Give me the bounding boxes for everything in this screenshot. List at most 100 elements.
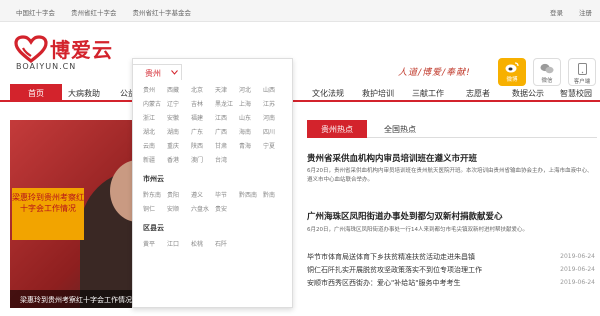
- news-summary: 6月20日，贵州省采供血机构内审员培训班在贵州航天医院开班。本次培训由贵州省输血…: [307, 168, 593, 183]
- province-dropdown: 省级云 贵州西藏北京天津河北山西内蒙古辽宁吉林黑龙江上海江苏浙江安徽福建江西山东…: [132, 58, 293, 308]
- city-option[interactable]: 贵安: [215, 204, 239, 213]
- province-option[interactable]: 上海: [239, 99, 263, 108]
- province-option[interactable]: 宁夏: [263, 141, 287, 150]
- county-option[interactable]: 黄平: [143, 239, 167, 248]
- tab-guizhou-hot[interactable]: 贵州热点: [307, 120, 367, 138]
- province-option[interactable]: 天津: [215, 85, 239, 94]
- province-option[interactable]: 内蒙古: [143, 99, 167, 108]
- register-link[interactable]: 注册: [579, 7, 592, 17]
- county-option[interactable]: 松桃: [191, 239, 215, 248]
- news-panel: 贵州热点 全国热点 贵州省采供血机构内审员培训班在遵义市开班 6月20日，贵州省…: [307, 120, 597, 316]
- client-app-button[interactable]: 客户端: [568, 58, 596, 86]
- list-item-date: 2019-06-24: [560, 253, 595, 260]
- province-option[interactable]: 湖北: [143, 127, 167, 136]
- province-option[interactable]: 山西: [263, 85, 287, 94]
- link-guizhou-redcross[interactable]: 贵州省红十字会: [71, 7, 117, 17]
- city-option[interactable]: 贵阳: [167, 190, 191, 199]
- link-china-redcross[interactable]: 中国红十字会: [16, 7, 55, 17]
- nav-item-volunteers[interactable]: 志愿者: [466, 88, 490, 99]
- city-option[interactable]: 安顺: [167, 204, 191, 213]
- slogan: 人道/博爱/奉献!: [398, 68, 471, 78]
- brand-name: 博爱云: [50, 38, 113, 62]
- province-option[interactable]: 北京: [191, 85, 215, 94]
- province-option[interactable]: 台湾: [215, 155, 239, 164]
- wechat-label: 微信: [541, 78, 553, 84]
- banner-label: 梁惠玲到贵州考察红十字会工作情况: [12, 188, 84, 240]
- city-option[interactable]: 毕节: [215, 190, 239, 199]
- province-option[interactable]: 山东: [239, 113, 263, 122]
- province-option[interactable]: 贵州: [143, 85, 167, 94]
- city-option[interactable]: 黔南: [263, 190, 287, 199]
- nav-item-culture-law[interactable]: 文化法规: [312, 88, 344, 99]
- province-option[interactable]: 新疆: [143, 155, 167, 164]
- province-option[interactable]: 广西: [215, 127, 239, 136]
- province-option[interactable]: 安徽: [167, 113, 191, 122]
- nav-item-data-disclosure[interactable]: 数据公示: [512, 88, 544, 99]
- news-headline[interactable]: 广州海珠区凤阳街道办事处到都匀双新村捐款献爱心: [307, 210, 503, 222]
- wechat-button[interactable]: 微信: [533, 58, 561, 86]
- nav-item-smart-campus[interactable]: 智慧校园: [560, 88, 592, 99]
- list-item-title: 毕节市体育局送体育下乡扶贫精准扶贫活动走进朱昌镇: [307, 253, 475, 261]
- province-option[interactable]: 河北: [239, 85, 263, 94]
- city-option[interactable]: 黔西南: [239, 190, 263, 199]
- province-grid: 贵州 西藏 北京 天津 河北 山西内蒙古 辽宁 吉林 黑龙江 上海 江苏浙江 安徽 福建 江西 山东 河南湖北…: [143, 85, 292, 164]
- partner-links: 中国红十字会 贵州省红十字会 贵州省红十字基金会: [16, 7, 207, 17]
- nav-item-rescue-training[interactable]: 救护培训: [362, 88, 394, 99]
- province-option[interactable]: 香港: [167, 155, 191, 164]
- news-tabs: 贵州热点 全国热点: [307, 120, 597, 138]
- province-option[interactable]: 广东: [191, 127, 215, 136]
- province-option[interactable]: 四川: [263, 127, 287, 136]
- login-link[interactable]: 登录: [550, 7, 563, 17]
- link-guizhou-foundation[interactable]: 贵州省红十字基金会: [133, 7, 192, 17]
- province-option[interactable]: 甘肃: [215, 141, 239, 150]
- province-option[interactable]: 陕西: [191, 141, 215, 150]
- province-option[interactable]: 湖南: [167, 127, 191, 136]
- mobile-phone-icon: [577, 63, 587, 75]
- nav-item-home[interactable]: 首页: [10, 84, 62, 102]
- province-option[interactable]: 黑龙江: [215, 99, 239, 108]
- province-option[interactable]: 重庆: [167, 141, 191, 150]
- province-option[interactable]: 青海: [239, 141, 263, 150]
- province-option[interactable]: 浙江: [143, 113, 167, 122]
- city-section-title: 市州云: [143, 175, 164, 183]
- tab-national-hot[interactable]: 全国热点: [377, 120, 423, 138]
- site-logo[interactable]: 博爱云 BOAIYUN.CN: [14, 33, 124, 73]
- province-option[interactable]: 江西: [215, 113, 239, 122]
- wechat-icon: [540, 63, 554, 74]
- chevron-down-icon: [171, 70, 178, 75]
- city-option[interactable]: 黔东南: [143, 190, 167, 199]
- weibo-button[interactable]: 微博: [498, 58, 526, 86]
- city-option[interactable]: 铜仁: [143, 204, 167, 213]
- province-option[interactable]: 吉林: [191, 99, 215, 108]
- province-option[interactable]: 澳门: [191, 155, 215, 164]
- main-nav: 首页 大病救助 公益 文化法规 救护培训 三献工作 志愿者 数据公示 智慧校园: [0, 84, 600, 102]
- list-item[interactable]: 铜仁石阡扎实开展脱贫攻坚政策落实不到位专项治理工作 2019-06-24: [307, 265, 597, 275]
- province-option[interactable]: 海南: [239, 127, 263, 136]
- county-option[interactable]: 石阡: [215, 239, 239, 248]
- nav-item-illness-aid[interactable]: 大病救助: [68, 88, 100, 99]
- province-select[interactable]: 贵州: [132, 64, 182, 80]
- province-option[interactable]: 云南: [143, 141, 167, 150]
- province-option[interactable]: 江苏: [263, 99, 287, 108]
- heart-logo-icon: [14, 35, 48, 63]
- county-section-title: 区县云: [143, 224, 164, 232]
- province-option[interactable]: 福建: [191, 113, 215, 122]
- list-item[interactable]: 毕节市体育局送体育下乡扶贫精准扶贫活动走进朱昌镇 2019-06-24: [307, 252, 597, 262]
- list-item-date: 2019-06-24: [560, 279, 595, 286]
- site-header: 博爱云 BOAIYUN.CN 贵州 人道/博爱/奉献! 微博 微信 客户端: [0, 22, 600, 86]
- weibo-label: 微博: [506, 77, 518, 83]
- province-select-value: 贵州: [145, 69, 161, 78]
- province-option[interactable]: 西藏: [167, 85, 191, 94]
- province-option[interactable]: 河南: [263, 113, 287, 122]
- top-utility-bar: 中国红十字会 贵州省红十字会 贵州省红十字基金会 登录 注册: [0, 0, 600, 22]
- nav-item-three-donations[interactable]: 三献工作: [412, 88, 444, 99]
- list-item-title: 铜仁石阡扎实开展脱贫攻坚政策落实不到位专项治理工作: [307, 266, 482, 274]
- list-item[interactable]: 安顺市西秀区西街办：爱心"补给站"服务中考考生 2019-06-24: [307, 278, 597, 288]
- news-headline[interactable]: 贵州省采供血机构内审员培训班在遵义市开班: [307, 152, 477, 164]
- city-grid: 黔东南 贵阳 遵义 毕节 黔西南 黔南铜仁 安顺 六盘水 贵安: [143, 190, 292, 213]
- list-item-title: 安顺市西秀区西街办：爱心"补给站"服务中考考生: [307, 279, 461, 287]
- county-option[interactable]: 江口: [167, 239, 191, 248]
- city-option[interactable]: 六盘水: [191, 204, 215, 213]
- city-option[interactable]: 遵义: [191, 190, 215, 199]
- province-option[interactable]: 辽宁: [167, 99, 191, 108]
